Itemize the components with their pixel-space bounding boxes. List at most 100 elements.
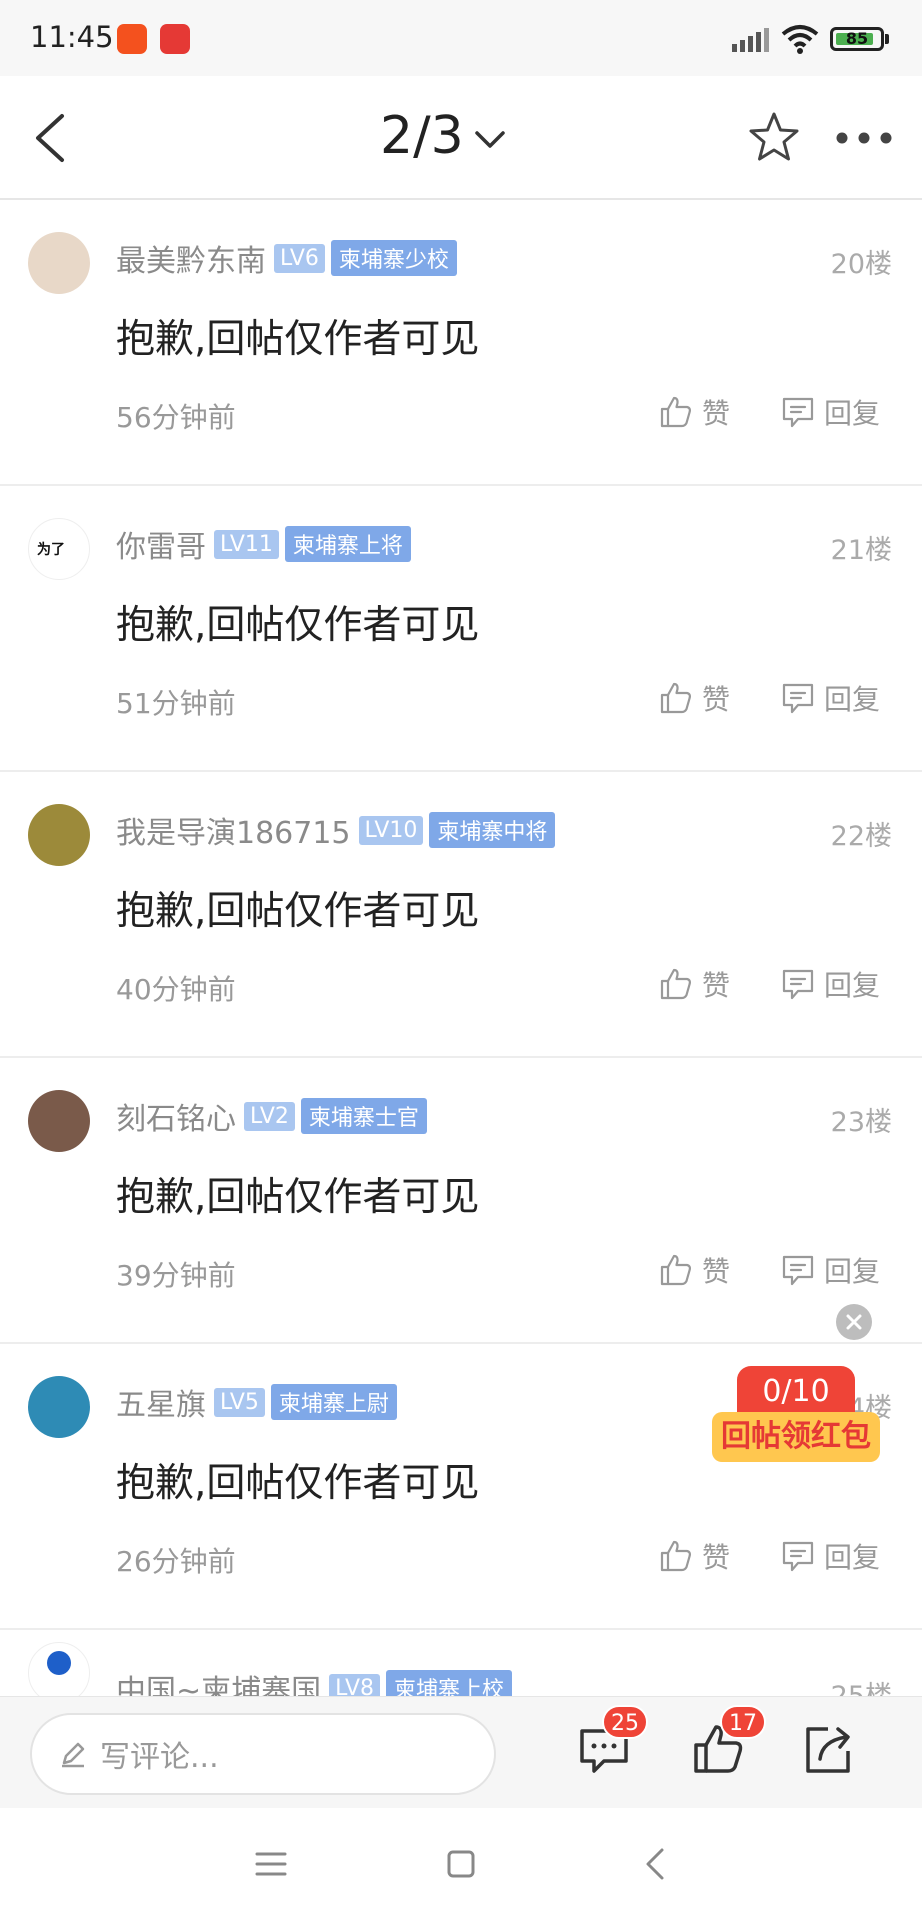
- floor-number: 21楼: [830, 535, 892, 566]
- rank-badge: 柬埔寨中将: [429, 812, 556, 848]
- level-badge: LV8: [329, 1673, 381, 1696]
- like-label: 赞: [702, 683, 731, 716]
- red-packet-count[interactable]: 0/10: [737, 1366, 855, 1418]
- reply-label: 回复: [824, 1541, 881, 1574]
- thumbs-up-icon: [660, 1254, 692, 1286]
- rank-badge: 柬埔寨士官: [300, 1098, 427, 1134]
- status-bar: 11:45 85: [0, 0, 922, 76]
- page-selector[interactable]: 2/3: [380, 104, 506, 168]
- list-item[interactable]: 我是导演186715 LV10 柬埔寨中将 22楼 抱歉,回帖仅作者可见 40分…: [0, 772, 922, 1058]
- wifi-icon: [781, 25, 819, 54]
- post-meta: 五星旗 LV5 柬埔寨上尉: [116, 1380, 397, 1424]
- rank-badge: 柬埔寨上尉: [270, 1384, 397, 1420]
- back-button[interactable]: [22, 106, 86, 170]
- level-badge: LV11: [214, 529, 279, 559]
- list-item[interactable]: 刻石铭心 LV2 柬埔寨士官 23楼 抱歉,回帖仅作者可见 39分钟前 赞 回复: [0, 1058, 922, 1344]
- level-badge: LV2: [244, 1101, 295, 1131]
- like-button[interactable]: 赞: [658, 390, 730, 434]
- comment-input[interactable]: 写评论...: [30, 1713, 496, 1795]
- like-label: 赞: [702, 1255, 731, 1288]
- screen: 11:45 85 2/3 最美黔东南 LV6 柬埔寨少校 20楼 抱歉,回帖仅作…: [0, 0, 922, 1920]
- post-content: 抱歉,回帖仅作者可见: [116, 1461, 480, 1506]
- reply-button[interactable]: 回复: [780, 962, 880, 1006]
- reply-button[interactable]: 回复: [780, 676, 880, 720]
- avatar[interactable]: [28, 804, 90, 866]
- level-badge: LV6: [274, 243, 325, 273]
- more-icon[interactable]: [832, 120, 896, 156]
- home-icon[interactable]: [435, 1838, 487, 1890]
- floor-number: 23楼: [830, 1107, 892, 1138]
- like-button[interactable]: 赞: [658, 1534, 730, 1578]
- star-icon[interactable]: [744, 108, 804, 168]
- username[interactable]: 你雷哥: [116, 522, 206, 566]
- like-label: 赞: [702, 397, 731, 430]
- avatar[interactable]: [28, 1376, 90, 1438]
- post-time: 40分钟前: [116, 973, 236, 1006]
- reply-button[interactable]: 回复: [780, 1248, 880, 1292]
- comment-icon: [782, 397, 814, 428]
- username[interactable]: 五星旗: [116, 1380, 206, 1424]
- like-button[interactable]: 赞: [658, 676, 730, 720]
- username[interactable]: 刻石铭心: [116, 1094, 236, 1138]
- rank-badge: 柬埔寨上校: [386, 1670, 513, 1696]
- reply-button[interactable]: 回复: [780, 390, 880, 434]
- list-item[interactable]: 最美黔东南 LV6 柬埔寨少校 20楼 抱歉,回帖仅作者可见 56分钟前 赞 回…: [0, 200, 922, 486]
- post-meta: 你雷哥 LV11 柬埔寨上将: [116, 522, 411, 566]
- thumbs-up-icon: [660, 1540, 692, 1572]
- signal-icon: [732, 28, 769, 52]
- red-packet-button[interactable]: 回帖领红包: [712, 1412, 880, 1462]
- thumbs-up-icon: [660, 396, 692, 428]
- level-badge: LV5: [214, 1387, 265, 1417]
- thumbs-up-icon: [660, 682, 692, 714]
- floor-number: 22楼: [830, 821, 892, 852]
- username[interactable]: 我是导演186715: [116, 808, 351, 852]
- pencil-icon: [62, 1742, 85, 1768]
- like-button[interactable]: 赞: [658, 1248, 730, 1292]
- post-time: 39分钟前: [116, 1259, 236, 1292]
- post-time: 26分钟前: [116, 1545, 236, 1578]
- comment-button[interactable]: 25: [574, 1705, 648, 1779]
- reply-label: 回复: [824, 1255, 881, 1288]
- comment-count-badge: 25: [602, 1705, 648, 1739]
- post-meta: 刻石铭心 LV2 柬埔寨士官: [116, 1094, 427, 1138]
- post-time: 56分钟前: [116, 401, 236, 434]
- reply-button[interactable]: 回复: [780, 1534, 880, 1578]
- username[interactable]: 最美黔东南: [116, 236, 266, 280]
- avatar[interactable]: [28, 1090, 90, 1152]
- post-meta: 中国~柬埔寨国 LV8 柬埔寨上校: [116, 1666, 513, 1696]
- status-time: 11:45: [30, 20, 114, 54]
- thumbs-up-icon: [660, 968, 692, 1000]
- avatar[interactable]: [28, 1642, 90, 1696]
- app-notification-icon: [117, 24, 147, 54]
- comment-placeholder: 写评论...: [100, 1740, 219, 1775]
- share-button[interactable]: [798, 1719, 858, 1779]
- comment-icon: [782, 1255, 814, 1286]
- back-icon[interactable]: [630, 1838, 682, 1890]
- comment-icon: [782, 969, 814, 1000]
- like-count-badge: 17: [720, 1705, 766, 1739]
- like-button[interactable]: 17: [688, 1705, 766, 1779]
- rank-badge: 柬埔寨上将: [284, 526, 411, 562]
- floor-number: 25楼: [831, 1674, 892, 1696]
- post-meta: 最美黔东南 LV6 柬埔寨少校: [116, 236, 457, 280]
- menu-icon[interactable]: [245, 1838, 297, 1890]
- like-label: 赞: [702, 1541, 731, 1574]
- like-button[interactable]: 赞: [658, 962, 730, 1006]
- avatar-text: 为了: [37, 542, 65, 558]
- app-notification-icon: [160, 24, 190, 54]
- reply-label: 回复: [824, 969, 881, 1002]
- list-item[interactable]: 为了 你雷哥 LV11 柬埔寨上将 21楼 抱歉,回帖仅作者可见 51分钟前 赞…: [0, 486, 922, 772]
- share-icon: [806, 1727, 850, 1773]
- post-meta: 我是导演186715 LV10 柬埔寨中将: [116, 808, 556, 852]
- post-content: 抱歉,回帖仅作者可见: [116, 889, 480, 934]
- comment-icon: [782, 1541, 814, 1572]
- rank-badge: 柬埔寨少校: [330, 240, 457, 276]
- username[interactable]: 中国~柬埔寨国: [116, 1666, 321, 1696]
- level-badge: LV10: [358, 815, 424, 845]
- comment-icon: [782, 683, 814, 714]
- close-icon[interactable]: [836, 1304, 872, 1340]
- reply-label: 回复: [824, 397, 881, 430]
- avatar[interactable]: [28, 232, 90, 294]
- list-item[interactable]: 中国~柬埔寨国 LV8 柬埔寨上校 25楼: [0, 1632, 922, 1696]
- avatar[interactable]: 为了: [28, 518, 90, 580]
